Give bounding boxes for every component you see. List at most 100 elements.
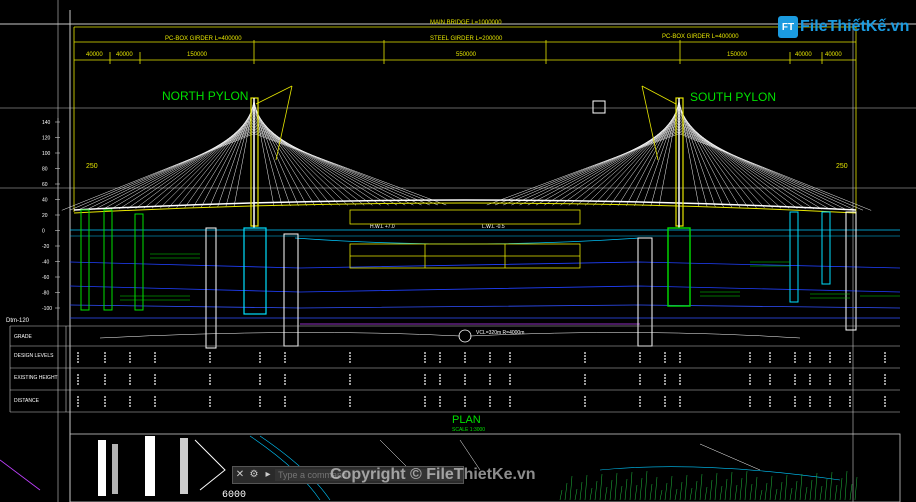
stay-cable bbox=[678, 128, 847, 210]
row-label-distance: DISTANCE bbox=[14, 398, 40, 404]
vegetation-stroke bbox=[714, 472, 718, 501]
stay-cable bbox=[535, 123, 680, 206]
stay-cable bbox=[678, 120, 806, 209]
axis-tick-label: 40 bbox=[42, 198, 48, 204]
stay-cable bbox=[110, 123, 255, 210]
vegetation-stroke bbox=[664, 482, 668, 501]
vegetation-stroke bbox=[584, 474, 588, 501]
row-label-existing-height: EXISTING HEIGHT bbox=[14, 375, 58, 381]
stay-cable bbox=[253, 118, 373, 206]
axis-tick-label: 80 bbox=[42, 167, 48, 173]
vegetation-stroke bbox=[854, 476, 858, 501]
close-icon[interactable]: ✕ bbox=[233, 468, 247, 482]
stay-cable bbox=[678, 130, 855, 211]
vegetation-stroke bbox=[604, 486, 608, 501]
vegetation-stroke bbox=[589, 487, 593, 501]
cad-drawing-canvas[interactable]: MAIN BRIDGE L=1000000 PC-BOX GIRDER L=40… bbox=[0, 0, 916, 502]
stay-cable bbox=[86, 128, 255, 210]
vegetation-stroke bbox=[689, 487, 693, 501]
vegetation-stroke bbox=[699, 473, 703, 501]
vegetation-stroke bbox=[659, 489, 663, 501]
vegetation-stroke bbox=[739, 477, 743, 501]
cursor-pickbox bbox=[592, 100, 606, 114]
wrench-icon[interactable]: ⚙ bbox=[247, 468, 261, 482]
vegetation-stroke bbox=[759, 489, 763, 501]
stay-cable bbox=[69, 131, 255, 211]
status-coordinate-readout: 6000 bbox=[222, 490, 247, 501]
row-label-design-levels: DESIGN LEVELS bbox=[14, 353, 54, 359]
stay-cable bbox=[544, 122, 680, 206]
vertical-curve-marker bbox=[99, 329, 801, 343]
datum-label: Dtm-120 bbox=[6, 318, 30, 324]
axis-tick-label: 0 bbox=[42, 229, 45, 235]
axis-tick-label: -100 bbox=[42, 306, 52, 312]
vegetation-stroke bbox=[629, 471, 633, 501]
stay-cable bbox=[576, 115, 680, 206]
stay-cable bbox=[527, 125, 680, 206]
dim-d1: 40000 bbox=[86, 52, 103, 58]
stay-cable bbox=[494, 131, 680, 206]
stay-cable bbox=[552, 120, 680, 206]
vegetation-stroke bbox=[839, 477, 843, 501]
logo-badge-icon: FT bbox=[778, 16, 798, 38]
vegetation-stroke bbox=[724, 478, 728, 501]
vegetation-stroke bbox=[669, 475, 673, 501]
stay-cable bbox=[568, 117, 680, 206]
vegetation-stroke bbox=[694, 480, 698, 501]
axis-tick-label: 60 bbox=[42, 182, 48, 188]
plan-title: PLAN bbox=[452, 414, 481, 426]
command-prompt-icon: ▸ bbox=[265, 469, 271, 480]
copyright-watermark: Copyright © FileThietKe.vn bbox=[330, 466, 536, 483]
hwl-label: H.W.L +7.0 bbox=[370, 224, 395, 230]
stay-cable bbox=[253, 123, 398, 206]
stay-cable bbox=[253, 131, 439, 206]
piers bbox=[80, 209, 857, 349]
curve-note: VCL=320m R=4000m bbox=[476, 330, 524, 336]
vegetation-stroke bbox=[764, 482, 768, 501]
vegetation-stroke bbox=[639, 477, 643, 501]
vegetation-stroke bbox=[734, 484, 738, 501]
frame-diagonal bbox=[0, 459, 41, 491]
vegetation-stroke bbox=[674, 488, 678, 501]
stay-cable bbox=[678, 122, 814, 210]
dim-d3: 150000 bbox=[187, 52, 208, 58]
south-pylon-label: SOUTH PYLON bbox=[690, 90, 776, 104]
axis-tick-label: -20 bbox=[42, 244, 49, 250]
stay-cable bbox=[127, 120, 255, 209]
left-tick-label: 250 bbox=[86, 163, 98, 170]
vegetation-stroke bbox=[599, 473, 603, 501]
stay-cable bbox=[678, 126, 839, 210]
axis-tick-label: 120 bbox=[42, 136, 51, 142]
vegetation-stroke bbox=[574, 488, 578, 501]
vegetation-stroke bbox=[569, 475, 573, 501]
stay-cable bbox=[678, 123, 823, 210]
dim-steel-girder: STEEL GIRDER L=200000 bbox=[430, 36, 503, 42]
stay-cable bbox=[678, 115, 782, 209]
vegetation-stroke bbox=[729, 471, 733, 501]
stay-cable bbox=[253, 117, 365, 206]
axis-tick-label: -60 bbox=[42, 275, 49, 281]
vegetation-stroke bbox=[804, 486, 808, 501]
vegetation-stroke bbox=[559, 489, 563, 501]
axis-tick-label: 140 bbox=[42, 120, 51, 126]
dim-pc-box-left: PC-BOX GIRDER L=400000 bbox=[165, 36, 242, 42]
vegetation-stroke bbox=[579, 481, 583, 501]
lwl-label: L.W.L -0.5 bbox=[482, 224, 505, 230]
vegetation-stroke bbox=[594, 480, 598, 501]
stay-cable bbox=[151, 115, 255, 209]
stay-cable bbox=[253, 125, 406, 206]
dim-d6: 40000 bbox=[795, 52, 812, 58]
north-pylon bbox=[250, 85, 293, 228]
vegetation-stroke bbox=[809, 479, 813, 501]
elevation-axis: 140 120 100 80 60 40 20 0 -20 -40 -60 -80 -100 bbox=[42, 118, 60, 320]
vegetation-stroke bbox=[824, 478, 828, 501]
stay-cable bbox=[253, 128, 422, 206]
vegetation-stroke bbox=[794, 480, 798, 501]
stay-cable bbox=[253, 115, 357, 206]
dim-d7: 40000 bbox=[825, 52, 842, 58]
vegetation-stroke bbox=[634, 484, 638, 501]
stay-cables bbox=[61, 99, 872, 211]
axis-tick-label: 100 bbox=[42, 151, 51, 157]
vegetation-stroke bbox=[609, 479, 613, 501]
right-tick-label: 250 bbox=[836, 163, 848, 170]
